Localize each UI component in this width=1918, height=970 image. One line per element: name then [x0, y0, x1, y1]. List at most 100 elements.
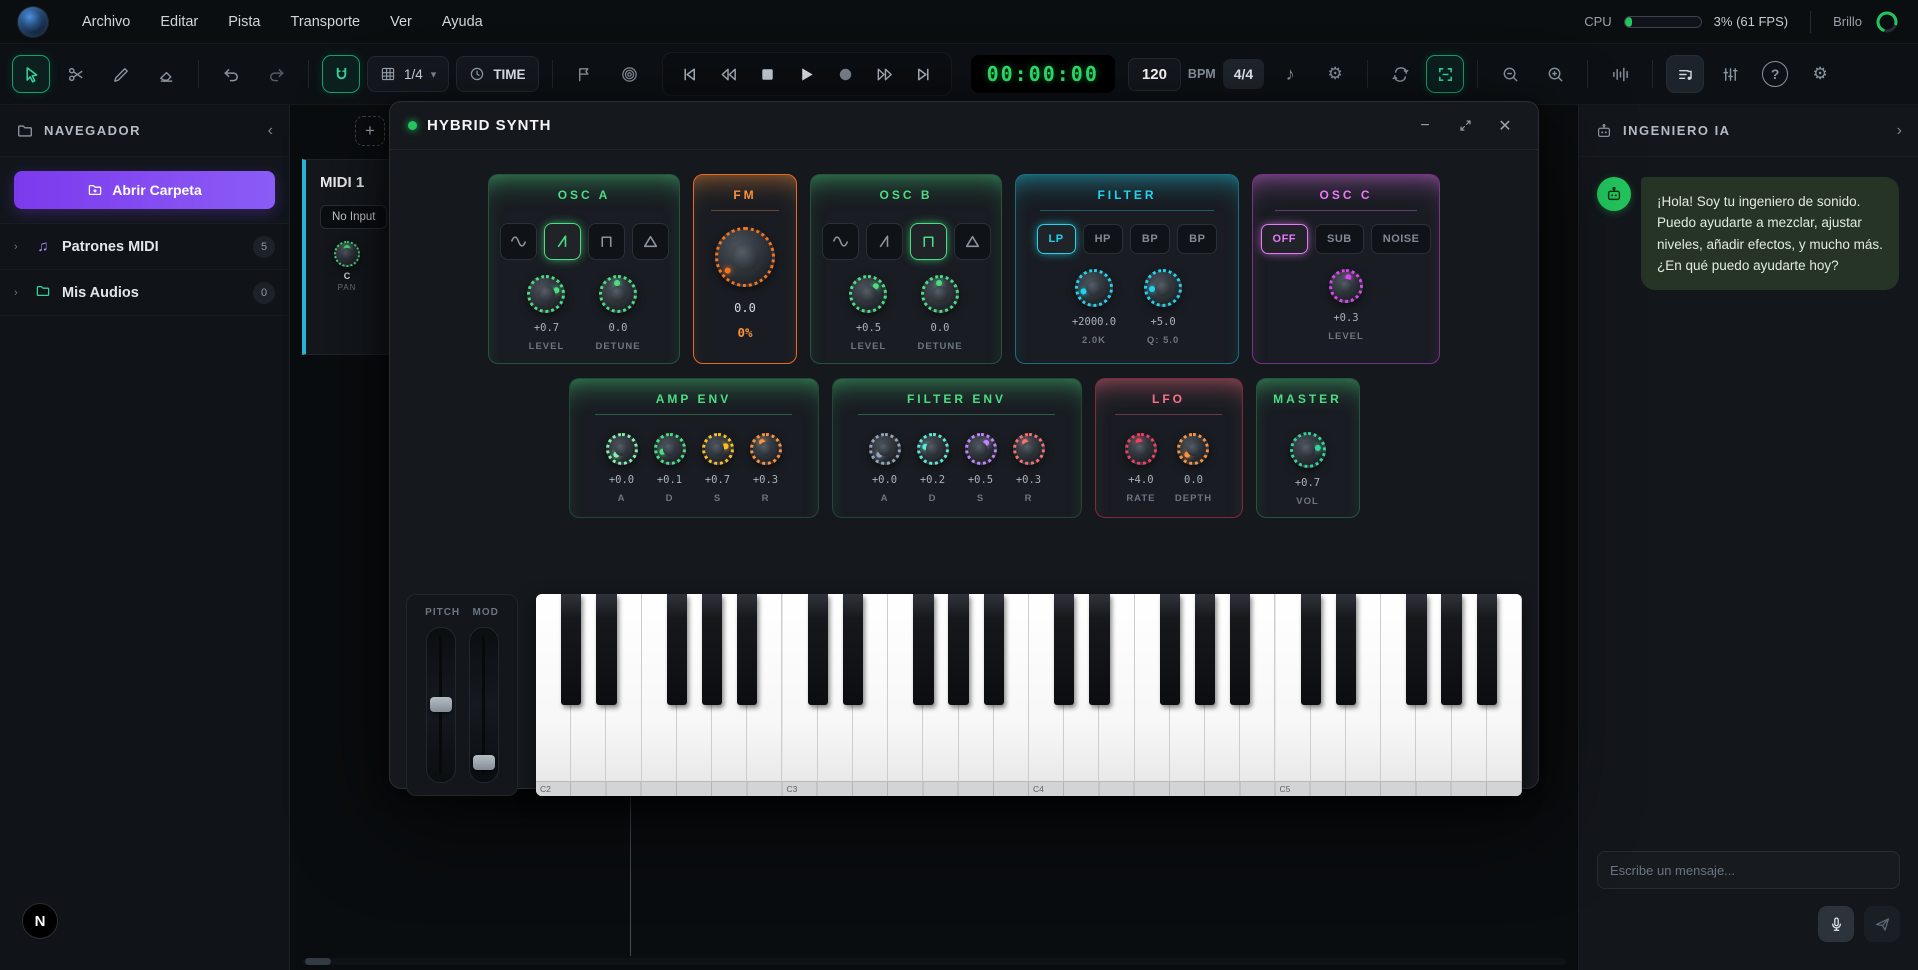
filter-q-5-0-knob[interactable] [1144, 269, 1183, 307]
snap-tool-button[interactable] [322, 55, 360, 93]
track-input-select[interactable]: No Input [320, 205, 388, 229]
mod-wheel-handle[interactable] [472, 755, 495, 770]
minimize-button[interactable]: − [1410, 111, 1440, 141]
filter-env-r-knob[interactable] [1012, 433, 1045, 465]
collapse-sidebar-icon[interactable]: ‹ [268, 122, 273, 140]
waveform-view-button[interactable] [1601, 55, 1639, 93]
filter-2-0k-knob[interactable] [1074, 269, 1113, 307]
settings-button[interactable]: ⚙ [1801, 55, 1839, 93]
piano-key-black[interactable] [666, 594, 688, 706]
piano-key-black[interactable] [1089, 594, 1110, 706]
menu-item-pista[interactable]: Pista [228, 14, 260, 30]
osc-b-level-knob[interactable] [849, 275, 888, 313]
lfo-rate-knob[interactable] [1124, 433, 1157, 465]
osc-c-level-knob[interactable] [1329, 269, 1363, 303]
filter-button-lp[interactable]: LP [1036, 224, 1076, 254]
tempo-settings-button[interactable]: ⚙ [1316, 55, 1354, 93]
synth-window-titlebar[interactable]: HYBRID SYNTH − ✕ [390, 102, 1538, 150]
grid-size-select[interactable]: 1/4 ▾ [367, 56, 450, 92]
piano-key-black[interactable] [1300, 594, 1321, 706]
erase-tool-button[interactable] [147, 55, 185, 93]
time-mode-button[interactable]: TIME [456, 56, 539, 92]
redo-button[interactable] [257, 55, 295, 93]
message-input[interactable] [1597, 851, 1900, 889]
zoom-in-button[interactable] [1536, 55, 1574, 93]
skip-to-start-button[interactable] [673, 57, 707, 91]
osc-c-button-noise[interactable]: NOISE [1370, 224, 1432, 254]
wave-button-saw[interactable] [543, 223, 581, 260]
osc-a-level-knob[interactable] [527, 275, 566, 313]
piano-key-black[interactable] [701, 594, 723, 706]
wave-button-triangle[interactable] [953, 223, 991, 260]
filter-env-s-knob[interactable] [964, 433, 997, 465]
piano-key-black[interactable] [561, 594, 582, 706]
fm-knob[interactable] [715, 227, 775, 287]
filter-button-hp[interactable]: HP [1082, 224, 1123, 254]
wave-button-sine[interactable] [821, 223, 859, 260]
open-folder-button[interactable]: Abrir Carpeta [14, 171, 275, 209]
wave-button-square[interactable] [587, 223, 625, 260]
user-avatar[interactable]: N [22, 903, 58, 939]
play-button[interactable] [790, 57, 824, 91]
skip-to-end-button[interactable] [907, 57, 941, 91]
osc-b-detune-knob[interactable] [921, 275, 959, 313]
auto-scroll-button[interactable] [1426, 55, 1465, 93]
filter-button-bp[interactable]: BP [1177, 224, 1218, 254]
metronome-button[interactable]: ♪ [1271, 55, 1309, 93]
menu-item-editar[interactable]: Editar [160, 14, 198, 30]
osc-a-detune-knob[interactable] [599, 275, 637, 313]
master-vol-knob[interactable] [1289, 432, 1326, 468]
close-button[interactable]: ✕ [1490, 111, 1520, 141]
piano-key-black[interactable] [737, 594, 758, 706]
filter-button-bp[interactable]: BP [1129, 224, 1171, 254]
send-button[interactable] [1864, 906, 1900, 942]
collapse-panel-icon[interactable]: › [1897, 122, 1902, 140]
pan-knob[interactable] [334, 241, 360, 267]
piano-key-black[interactable] [1054, 594, 1075, 706]
stop-button[interactable] [751, 57, 785, 91]
piano-key-black[interactable] [1476, 594, 1497, 706]
pitch-wheel[interactable] [425, 627, 456, 783]
help-button[interactable]: ? [1756, 55, 1794, 93]
brightness-knob[interactable] [1874, 9, 1900, 35]
piano-key-black[interactable] [1406, 594, 1427, 706]
piano-key-black[interactable] [913, 594, 934, 706]
osc-c-button-sub[interactable]: SUB [1315, 224, 1364, 254]
scrollbar-thumb[interactable] [305, 958, 331, 965]
amp-env-s-knob[interactable] [701, 433, 734, 465]
mixer-view-button[interactable] [1711, 55, 1749, 93]
cut-tool-button[interactable] [57, 55, 95, 93]
piano-key-black[interactable] [596, 594, 617, 706]
undo-button[interactable] [212, 55, 250, 93]
mod-wheel[interactable] [468, 627, 499, 783]
piano-key-black[interactable] [807, 594, 828, 706]
piano-key-black[interactable] [1441, 594, 1462, 706]
amp-env-r-knob[interactable] [749, 433, 782, 465]
marker-button[interactable] [566, 55, 604, 93]
draw-tool-button[interactable] [102, 55, 140, 93]
piano-key-black[interactable] [1159, 594, 1181, 706]
playlist-view-button[interactable] [1666, 55, 1705, 93]
sidebar-item-patrones-midi[interactable]: › ♫ Patrones MIDI 5 [0, 224, 289, 270]
fast-forward-button[interactable] [868, 57, 902, 91]
piano-key-black[interactable] [1335, 594, 1357, 706]
horizontal-scrollbar[interactable] [302, 958, 1566, 965]
piano-key-black[interactable] [948, 594, 969, 706]
menu-item-archivo[interactable]: Archivo [82, 14, 130, 30]
time-signature-button[interactable]: 4/4 [1222, 59, 1265, 89]
menu-item-ayuda[interactable]: Ayuda [442, 14, 483, 30]
add-track-button[interactable]: + [355, 116, 385, 146]
menu-item-ver[interactable]: Ver [390, 14, 412, 30]
piano-key-black[interactable] [1230, 594, 1251, 706]
osc-c-button-off[interactable]: OFF [1260, 224, 1309, 254]
wave-button-square[interactable] [909, 223, 947, 260]
wave-button-saw[interactable] [865, 223, 903, 260]
maximize-button[interactable] [1450, 111, 1480, 141]
punch-button[interactable] [611, 55, 649, 93]
record-button[interactable] [829, 57, 863, 91]
rewind-button[interactable] [712, 57, 746, 91]
amp-env-d-knob[interactable] [653, 433, 686, 465]
pitch-wheel-handle[interactable] [429, 697, 452, 712]
wave-button-triangle[interactable] [631, 223, 669, 260]
piano-key-black[interactable] [983, 594, 1004, 706]
